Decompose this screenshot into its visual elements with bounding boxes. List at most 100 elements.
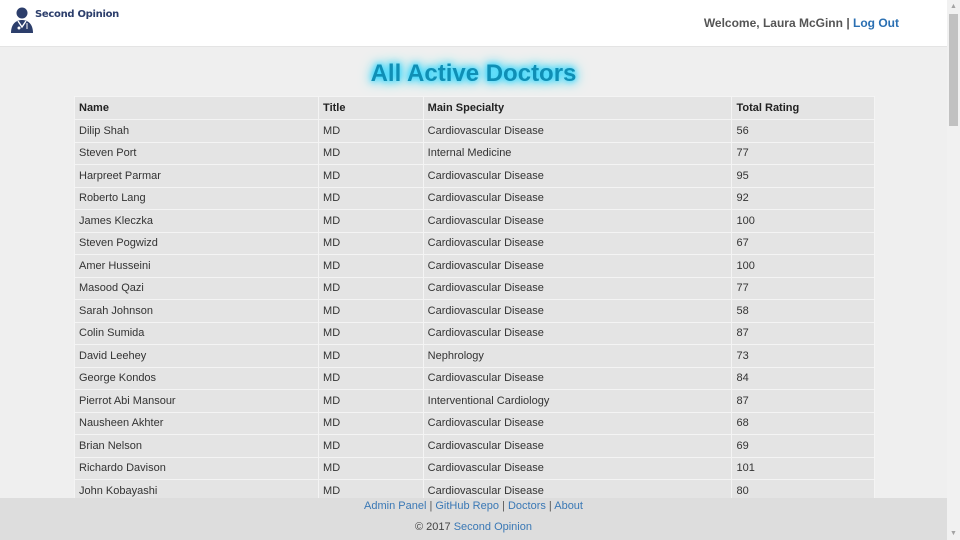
cell-rating: 56 [731, 119, 875, 143]
copyright: © 2017 Second Opinion [0, 521, 947, 533]
cell-specialty: Interventional Cardiology [422, 389, 733, 413]
logout-link[interactable]: Log Out [853, 16, 899, 30]
cell-title: MD [318, 164, 424, 188]
table-row: Richardo Davison MD Cardiovascular Disease… [74, 456, 875, 480]
table-row: Amer Husseini MD Cardiovascular Disease 100 [74, 254, 875, 278]
cell-specialty: Cardiovascular Disease [422, 434, 733, 458]
cell-name: Amer Husseini [74, 254, 320, 278]
column-header-title: Title [318, 96, 424, 120]
cell-title: MD [318, 276, 424, 300]
column-header-specialty: Main Specialty [422, 96, 733, 120]
cell-specialty: Cardiovascular Disease [422, 456, 733, 480]
table-row: Pierrot Abi Mansour MD Interventional Card… [74, 389, 875, 413]
cell-name: Steven Port [74, 141, 320, 165]
welcome-separator: | [846, 16, 850, 30]
cell-rating: 67 [731, 231, 875, 255]
cell-name: Sarah Johnson [74, 299, 320, 323]
cell-title: MD [318, 456, 424, 480]
page-title: All Active Doctors [370, 60, 577, 87]
table-row: George Kondos MD Cardiovascular Disease 84 [74, 366, 875, 390]
footer-brand-link[interactable]: Second Opinion [454, 521, 532, 533]
footer-separator: | [429, 500, 433, 512]
table-row: Brian Nelson MD Cardiovascular Disease 69 [74, 434, 875, 458]
footer-links: Admin Panel | GitHub Repo | Doctors | Ab… [0, 500, 947, 512]
table-row: Harpreet Parmar MD Cardiovascular Disease 9… [74, 164, 875, 188]
cell-name: Dilip Shah [74, 119, 320, 143]
vertical-scrollbar[interactable]: ▲ ▼ [947, 0, 960, 540]
cell-title: MD [318, 366, 424, 390]
doctor-logo-icon [11, 7, 33, 33]
table-row: Nausheen Akhter MD Cardiovascular Disease 6… [74, 411, 875, 435]
welcome-text: Welcome, Laura McGinn [703, 16, 843, 30]
cell-rating: 69 [731, 434, 875, 458]
logo[interactable]: Second Opinion [8, 6, 119, 34]
footer: Admin Panel | GitHub Repo | Doctors | Ab… [0, 498, 947, 540]
cell-specialty: Cardiovascular Disease [422, 299, 733, 323]
cell-rating: 100 [731, 209, 875, 233]
cell-rating: 100 [731, 254, 875, 278]
cell-name: Masood Qazi [74, 276, 320, 300]
cell-title: MD [318, 321, 424, 345]
cell-specialty: Cardiovascular Disease [422, 119, 733, 143]
cell-rating: 58 [731, 299, 875, 323]
cell-title: MD [318, 344, 424, 368]
cell-rating: 101 [731, 456, 875, 480]
cell-specialty: Cardiovascular Disease [422, 209, 733, 233]
doctors-table: Name Title Main Specialty Total Rating D… [74, 96, 875, 498]
cell-title: MD [318, 389, 424, 413]
cell-name: Brian Nelson [74, 434, 320, 458]
cell-title: MD [318, 411, 424, 435]
cell-name: Roberto Lang [74, 186, 320, 210]
scrollbar-thumb[interactable] [949, 14, 958, 126]
cell-title: MD [318, 141, 424, 165]
cell-title: MD [318, 299, 424, 323]
table-row: Sarah Johnson MD Cardiovascular Disease 58 [74, 299, 875, 323]
cell-specialty: Cardiovascular Disease [422, 321, 733, 345]
cell-specialty: Nephrology [422, 344, 733, 368]
cell-rating: 80 [731, 479, 875, 498]
table-row: Steven Pogwizd MD Cardiovascular Disease 67 [74, 231, 875, 255]
table-row: James Kleczka MD Cardiovascular Disease 100 [74, 209, 875, 233]
scroll-down-arrow-icon[interactable]: ▼ [947, 527, 960, 540]
footer-link-doctors[interactable]: Doctors [508, 500, 546, 512]
cell-name: George Kondos [74, 366, 320, 390]
column-header-name: Name [74, 96, 320, 120]
table-row: John Kobayashi MD Cardiovascular Disease 80 [74, 479, 875, 498]
cell-specialty: Cardiovascular Disease [422, 276, 733, 300]
cell-title: MD [318, 209, 424, 233]
cell-rating: 87 [731, 321, 875, 345]
cell-specialty: Cardiovascular Disease [422, 231, 733, 255]
cell-name: Colin Sumida [74, 321, 320, 345]
cell-title: MD [318, 254, 424, 278]
footer-link-github-repo[interactable]: GitHub Repo [435, 500, 499, 512]
footer-link-about[interactable]: About [554, 500, 583, 512]
cell-rating: 84 [731, 366, 875, 390]
table-row: Masood Qazi MD Cardiovascular Disease 77 [74, 276, 875, 300]
doctors-table-container[interactable]: Name Title Main Specialty Total Rating D… [74, 96, 875, 498]
footer-link-admin-panel[interactable]: Admin Panel [364, 500, 426, 512]
cell-name: James Kleczka [74, 209, 320, 233]
cell-rating: 95 [731, 164, 875, 188]
column-header-rating: Total Rating [731, 96, 875, 120]
scroll-up-arrow-icon[interactable]: ▲ [947, 0, 960, 13]
cell-rating: 68 [731, 411, 875, 435]
cell-title: MD [318, 479, 424, 498]
cell-title: MD [318, 186, 424, 210]
welcome-area: Welcome, Laura McGinn | Log Out [704, 16, 899, 30]
table-row: Roberto Lang MD Cardiovascular Disease 92 [74, 186, 875, 210]
cell-name: Harpreet Parmar [74, 164, 320, 188]
cell-rating: 77 [731, 141, 875, 165]
logo-text: Second Opinion [35, 8, 119, 20]
cell-title: MD [318, 231, 424, 255]
copyright-text: © 2017 [415, 521, 451, 533]
cell-specialty: Cardiovascular Disease [422, 254, 733, 278]
cell-name: Pierrot Abi Mansour [74, 389, 320, 413]
cell-specialty: Cardiovascular Disease [422, 479, 733, 498]
cell-rating: 87 [731, 389, 875, 413]
table-row: Steven Port MD Internal Medicine 77 [74, 141, 875, 165]
footer-separator: | [502, 500, 505, 512]
cell-name: Richardo Davison [74, 456, 320, 480]
cell-specialty: Cardiovascular Disease [422, 366, 733, 390]
footer-separator: | [548, 500, 552, 512]
cell-title: MD [318, 119, 424, 143]
